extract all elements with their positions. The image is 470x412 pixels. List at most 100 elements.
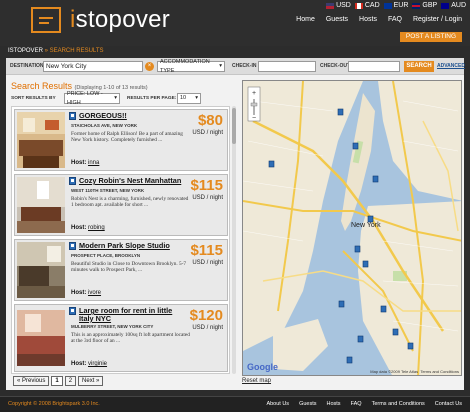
footer-terms[interactable]: Terms and Conditions (372, 401, 425, 407)
pager-page-2[interactable]: 2 (64, 376, 77, 386)
listing-photo[interactable] (17, 177, 65, 233)
currency-eur[interactable]: EUR (383, 2, 409, 9)
per-page-select[interactable]: 10 ▾ (177, 93, 201, 104)
clear-destination-icon[interactable]: × (145, 62, 154, 71)
listing-type-icon (69, 307, 76, 315)
footer-guests[interactable]: Guests (299, 401, 316, 407)
results-list[interactable]: GORGEOUS!! STAICHOLAS AVE, NEW YORK Form… (11, 106, 230, 374)
accommodation-type-select[interactable]: ACCOMMODATION TYPE ▾ (157, 59, 225, 74)
listing-card[interactable]: Modern Park Slope Studio PROSPECT PLACE,… (14, 239, 228, 301)
currency-code: USD (336, 2, 351, 9)
pager-page-1[interactable]: 1 (51, 376, 63, 386)
logo-text[interactable]: istopover (70, 6, 170, 34)
currency-code: EUR (393, 2, 409, 9)
checkout-input[interactable] (348, 61, 400, 72)
logo-text-rest: stopover (75, 6, 171, 33)
results-title-text: Search Results (11, 81, 73, 91)
sort-select[interactable]: PRICE: LOW - HIGH ▾ (64, 91, 120, 106)
destination-input[interactable] (43, 61, 143, 72)
currency-code: GBP (422, 2, 438, 9)
scrollbar-thumb[interactable] (232, 108, 236, 144)
breadcrumb-root[interactable]: ISTOPOVER (8, 48, 43, 54)
listing-card[interactable]: GORGEOUS!! STAICHOLAS AVE, NEW YORK Form… (14, 109, 228, 171)
listing-photo[interactable] (17, 307, 65, 369)
listing-address: PROSPECT PLACE, BROOKLYN (71, 253, 141, 258)
currency-switcher: USD CAD EUR GBP AUD (326, 2, 466, 9)
footer-links: About Us Guests Hosts FAQ Terms and Cond… (266, 401, 462, 407)
google-logo[interactable]: Google (247, 362, 278, 372)
listing-title[interactable]: Cozy Robin's Nest Manhattan (79, 177, 187, 185)
footer-hosts[interactable]: Hosts (327, 401, 341, 407)
main-nav: Home Guests Hosts FAQ Register / Login (296, 16, 462, 23)
svg-text:+: + (252, 90, 256, 97)
listing-host: Host: ivore (71, 290, 101, 296)
host-link[interactable]: virginie (88, 361, 107, 367)
listing-card[interactable]: Cozy Robin's Nest Manhattan WEST 110TH S… (14, 174, 228, 236)
per-page-value: 10 (180, 95, 187, 101)
currency-usd[interactable]: USD (326, 2, 351, 9)
host-link[interactable]: inna (88, 160, 99, 166)
results-map[interactable]: + − New York Google Map data ©2009 Tele … (242, 80, 462, 376)
listing-description: Former home of Ralph Ellison! Be a part … (71, 131, 183, 144)
footer-faq[interactable]: FAQ (351, 401, 362, 407)
us-flag-icon (326, 2, 335, 9)
gb-flag-icon (412, 2, 421, 9)
results-scrollbar[interactable] (232, 106, 236, 374)
checkin-input[interactable] (258, 61, 316, 72)
listing-photo[interactable] (17, 112, 65, 168)
listing-description: This is an approximately 100sq ft loft a… (71, 332, 190, 345)
listing-host: Host: inna (71, 160, 99, 166)
header: istopover USD CAD EUR GBP AUD Home Guest… (0, 0, 470, 46)
listing-address: MULBERRY STREET, NEW YORK CITY (71, 324, 154, 329)
ca-flag-icon (354, 2, 363, 9)
post-listing-button[interactable]: POST A LISTING (399, 32, 462, 42)
logo-icon[interactable] (31, 7, 61, 33)
results-column: Search Results (Displaying 1-10 of 13 re… (8, 78, 236, 388)
breadcrumb: ISTOPOVER » SEARCH RESULTS (8, 48, 104, 54)
svg-text:New York: New York (351, 222, 381, 229)
listing-price-unit: USD / night (192, 130, 223, 136)
checkout-label: CHECK-OUT (320, 63, 350, 69)
host-label: Host: (71, 361, 87, 367)
listing-type-icon (69, 242, 76, 250)
host-label: Host: (71, 160, 87, 166)
listing-title[interactable]: Large room for rent in little Italy NYC (79, 307, 187, 323)
pager-next[interactable]: Next » (78, 376, 104, 386)
currency-cad[interactable]: CAD (354, 2, 380, 9)
reset-map-link[interactable]: Reset map (242, 378, 271, 384)
eu-flag-icon (383, 2, 392, 9)
footer: Copyright © 2008 Brightspark 3.0 Inc. Ab… (0, 396, 470, 412)
pager-previous[interactable]: « Previous (13, 376, 50, 386)
nav-hosts[interactable]: Hosts (359, 16, 377, 23)
listing-card[interactable]: Large room for rent in little Italy NYC … (14, 304, 228, 372)
nav-home[interactable]: Home (296, 16, 315, 23)
listing-type-icon (69, 112, 76, 120)
advanced-search-link[interactable]: ADVANCED (437, 63, 465, 69)
footer-contact-us[interactable]: Contact Us (435, 401, 462, 407)
per-page-label: RESULTS PER PAGE: (127, 96, 177, 101)
search-button[interactable]: SEARCH (404, 61, 434, 72)
map-attribution: Map data ©2009 Tele Atlas Terms and Cond… (370, 369, 459, 374)
currency-gbp[interactable]: GBP (412, 2, 437, 9)
listing-title[interactable]: GORGEOUS!! (79, 112, 187, 120)
listing-address: WEST 110TH STREET, NEW YORK (71, 188, 145, 193)
host-link[interactable]: ivore (88, 290, 101, 296)
accommodation-type-value: ACCOMMODATION TYPE (160, 58, 210, 74)
listing-price: $115 (190, 177, 223, 194)
nav-faq[interactable]: FAQ (388, 16, 402, 23)
currency-code: AUD (451, 2, 466, 9)
listing-type-icon (69, 177, 76, 185)
listing-title[interactable]: Modern Park Slope Studio (79, 242, 187, 250)
host-link[interactable]: robing (88, 225, 105, 231)
currency-aud[interactable]: AUD (441, 2, 466, 9)
nav-guests[interactable]: Guests (326, 16, 348, 23)
listing-photo[interactable] (17, 242, 65, 298)
map-terms-link[interactable]: Terms and Conditions (420, 369, 459, 374)
nav-register-login[interactable]: Register / Login (413, 16, 462, 23)
footer-about-us[interactable]: About Us (266, 401, 289, 407)
map-canvas[interactable]: + − New York (243, 81, 462, 376)
listing-host: Host: virginie (71, 361, 107, 367)
listing-address: STAICHOLAS AVE, NEW YORK (71, 123, 138, 128)
main-panel: DESTINATION × ACCOMMODATION TYPE ▾ CHECK… (6, 58, 465, 390)
breadcrumb-current: SEARCH RESULTS (49, 48, 104, 54)
